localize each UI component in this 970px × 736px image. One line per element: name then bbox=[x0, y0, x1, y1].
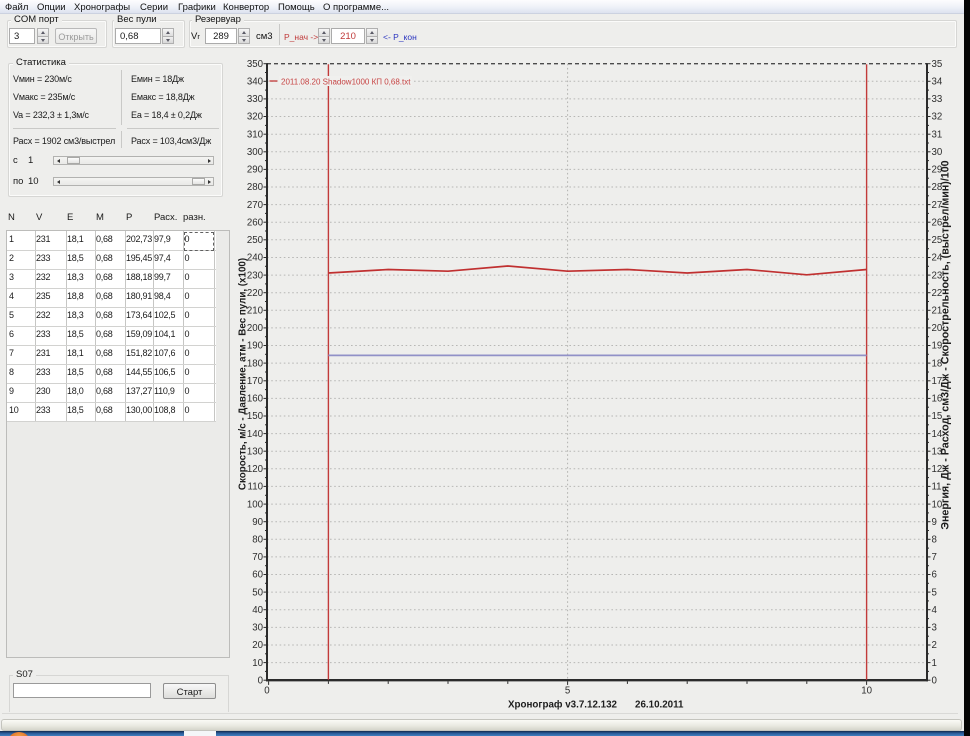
svg-text:33: 33 bbox=[932, 94, 943, 105]
svg-text:200: 200 bbox=[247, 323, 264, 334]
svg-text:280: 280 bbox=[247, 182, 264, 193]
svg-text:40: 40 bbox=[252, 605, 263, 616]
svg-text:70: 70 bbox=[252, 552, 263, 563]
svg-text:32: 32 bbox=[932, 112, 943, 123]
svg-text:5: 5 bbox=[565, 686, 570, 697]
svg-text:350: 350 bbox=[247, 59, 264, 70]
svg-text:90: 90 bbox=[252, 517, 263, 528]
svg-text:5: 5 bbox=[932, 587, 937, 598]
svg-text:10: 10 bbox=[861, 686, 872, 697]
svg-text:100: 100 bbox=[247, 499, 264, 510]
svg-text:110: 110 bbox=[248, 482, 264, 493]
svg-text:1: 1 bbox=[932, 658, 937, 669]
svg-text:290: 290 bbox=[247, 165, 264, 176]
svg-text:0: 0 bbox=[264, 686, 270, 697]
svg-text:20: 20 bbox=[252, 640, 263, 651]
svg-text:2011.08.20 Shadow1000 КП 0,68.: 2011.08.20 Shadow1000 КП 0,68.txt bbox=[281, 77, 411, 86]
svg-text:10: 10 bbox=[252, 658, 263, 669]
svg-text:Энергия, Дж - Расход, см3/Дж: Энергия, Дж - Расход, см3/Дж - Скоростре… bbox=[940, 160, 952, 529]
svg-text:0: 0 bbox=[932, 675, 938, 686]
svg-text:180: 180 bbox=[247, 358, 264, 369]
svg-text:9: 9 bbox=[932, 517, 937, 528]
svg-text:190: 190 bbox=[247, 341, 264, 352]
svg-text:310: 310 bbox=[247, 129, 264, 140]
svg-text:260: 260 bbox=[247, 217, 264, 228]
svg-text:330: 330 bbox=[247, 94, 264, 105]
svg-text:31: 31 bbox=[932, 129, 943, 140]
svg-text:210: 210 bbox=[247, 306, 264, 317]
svg-text:3: 3 bbox=[932, 623, 937, 634]
svg-text:26.10.2011: 26.10.2011 bbox=[635, 700, 684, 711]
svg-text:34: 34 bbox=[932, 77, 943, 88]
svg-text:80: 80 bbox=[252, 535, 263, 546]
svg-text:340: 340 bbox=[247, 77, 264, 88]
svg-text:120: 120 bbox=[247, 464, 264, 475]
svg-text:2: 2 bbox=[932, 640, 937, 651]
svg-text:30: 30 bbox=[932, 147, 943, 158]
svg-text:150: 150 bbox=[247, 411, 264, 422]
svg-text:60: 60 bbox=[252, 570, 263, 581]
svg-text:0: 0 bbox=[258, 675, 264, 686]
svg-text:35: 35 bbox=[932, 59, 943, 70]
svg-text:160: 160 bbox=[247, 394, 264, 405]
svg-text:6: 6 bbox=[932, 570, 937, 581]
svg-text:230: 230 bbox=[247, 270, 264, 281]
svg-text:300: 300 bbox=[247, 147, 264, 158]
svg-text:240: 240 bbox=[247, 253, 264, 264]
svg-text:7: 7 bbox=[932, 552, 937, 563]
svg-text:270: 270 bbox=[247, 200, 264, 211]
svg-text:140: 140 bbox=[247, 429, 264, 440]
svg-text:170: 170 bbox=[247, 376, 264, 387]
svg-text:Скорость, м/с - Давление,: Скорость, м/с - Давление, атм - Вес пули… bbox=[238, 258, 249, 490]
svg-text:320: 320 bbox=[247, 112, 264, 123]
svg-text:4: 4 bbox=[932, 605, 938, 616]
svg-text:50: 50 bbox=[252, 587, 263, 598]
svg-text:30: 30 bbox=[252, 623, 263, 634]
svg-text:8: 8 bbox=[932, 535, 937, 546]
svg-text:220: 220 bbox=[247, 288, 264, 299]
svg-text:250: 250 bbox=[247, 235, 264, 246]
svg-text:130: 130 bbox=[247, 446, 264, 457]
svg-text:Хронограф v3.7.12.132: Хронограф v3.7.12.132 bbox=[508, 700, 618, 711]
